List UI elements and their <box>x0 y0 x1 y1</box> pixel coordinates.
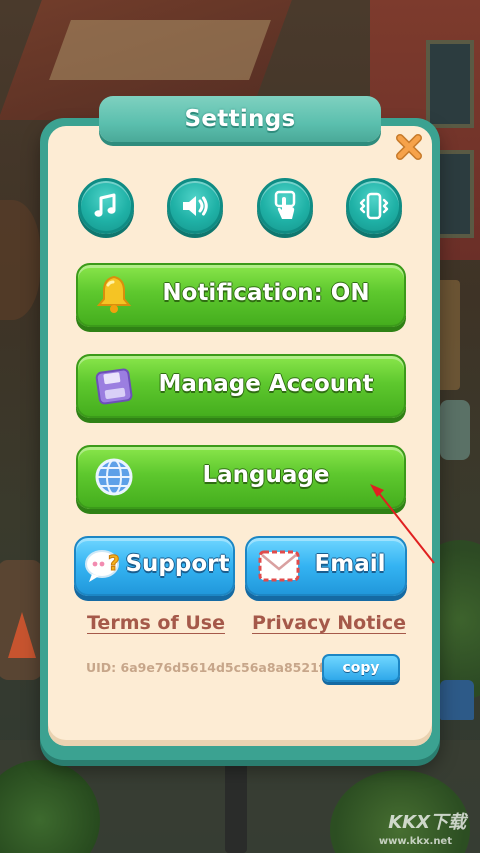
bell-icon <box>96 275 132 313</box>
music-toggle-button[interactable] <box>78 178 134 234</box>
background-window <box>426 40 474 128</box>
support-label: Support <box>125 551 230 577</box>
tap-effect-toggle-button[interactable] <box>257 178 313 234</box>
svg-text:?: ? <box>108 551 120 575</box>
user-id-text: UID: 6a9e76d5614d5c56a8a8521f <box>86 660 325 675</box>
privacy-notice-link[interactable]: Privacy Notice <box>252 612 406 634</box>
vibration-phone-icon <box>359 192 389 220</box>
sound-toggle-button[interactable] <box>167 178 223 234</box>
copy-uid-button[interactable]: copy <box>322 654 400 682</box>
manage-account-label: Manage Account <box>158 371 374 397</box>
support-button[interactable]: ? Support <box>74 536 235 596</box>
background-lamp-post <box>225 755 247 853</box>
terms-of-use-link[interactable]: Terms of Use <box>87 612 225 634</box>
tap-hand-icon <box>274 190 296 219</box>
notification-label: Notification: ON <box>162 280 370 306</box>
background-mailbox <box>440 680 474 720</box>
save-disk-icon <box>95 368 133 405</box>
language-button[interactable]: Language <box>76 445 406 509</box>
chat-question-icon: ? <box>85 550 120 582</box>
globe-icon <box>95 458 133 496</box>
manage-account-button[interactable]: Manage Account <box>76 354 406 418</box>
language-label: Language <box>202 462 330 488</box>
email-label: Email <box>314 551 386 577</box>
vibration-toggle-button[interactable] <box>346 178 402 234</box>
background-roof-top <box>49 20 271 80</box>
page-title: Settings <box>184 106 296 132</box>
settings-title-banner: Settings <box>99 96 381 142</box>
close-icon <box>396 134 422 160</box>
email-button[interactable]: Email <box>245 536 407 596</box>
speaker-icon <box>183 196 208 216</box>
traffic-cone <box>8 612 36 658</box>
background-shape <box>0 200 40 320</box>
watermark-url: www.kkx.net <box>378 836 452 847</box>
close-button[interactable] <box>394 132 424 162</box>
watermark-logo: KKX下载 <box>388 812 466 833</box>
notification-button[interactable]: Notification: ON <box>76 263 406 327</box>
background-canister <box>440 400 470 460</box>
music-note-icon <box>94 193 116 217</box>
